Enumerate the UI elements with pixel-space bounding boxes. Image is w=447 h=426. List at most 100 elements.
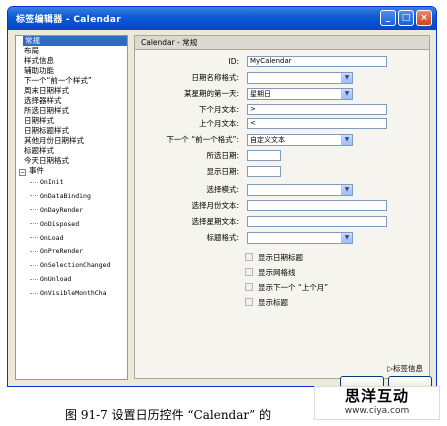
tree-item-style-info[interactable]: 样式信息 [16,56,127,66]
tree-item-events[interactable]: − 事件 [16,166,127,176]
tree-item-general[interactable]: 常规 [23,36,127,46]
select-week-text-input[interactable] [247,216,387,227]
id-row: ID: MyCalendar [135,56,429,68]
show-next-prev-checkbox[interactable]: 显示下一个 “上个月” [245,282,328,294]
tree-event-ondatabinding[interactable]: OnDataBinding [16,190,127,204]
watermark: 思洋互动 www.ciya.com [314,386,440,420]
selected-date-label: 所选日期: [206,151,239,160]
selection-mode-select[interactable]: ▼ [247,184,353,196]
select-week-text-row: 选择星期文本: [135,216,429,228]
dropdown-arrow-icon[interactable]: ▼ [341,233,352,243]
prev-month-text-input[interactable]: < [247,118,387,129]
tree-item-next-prev-style[interactable]: 下一个“前一个样式” [16,76,127,86]
selection-mode-row: 选择模式: ▼ [135,184,429,196]
prev-month-text-label: 上个月文本: [198,119,239,128]
day-name-format-label: 日期名称格式: [191,73,239,82]
visible-date-row: 显示日期: [135,166,429,178]
title-format-row: 标题格式: ▼ [135,232,429,244]
maximize-button[interactable]: □ [398,10,414,26]
tree-event-ondayrender[interactable]: OnDayRender [16,204,127,218]
window-controls: _ □ × [380,10,432,26]
show-next-prev-label: 显示下一个 “上个月” [258,283,329,292]
next-month-text-row: 下个月文本: > [135,104,429,116]
tag-info-link[interactable]: ▷标签信息 [387,363,423,374]
watermark-url: www.ciya.com [344,406,410,416]
select-week-text-label: 选择星期文本: [191,217,239,226]
title-bar: 标签编辑器 - Calendar _ □ × [8,7,436,30]
next-month-text-input[interactable]: > [247,104,387,115]
selected-date-row: 所选日期: [135,150,429,162]
prev-month-text-row: 上个月文本: < [135,118,429,130]
selected-date-input[interactable] [247,150,281,161]
title-format-label: 标题格式: [206,233,239,242]
tree-item-day-header-style[interactable]: 日期标题样式 [16,126,127,136]
dropdown-arrow-icon[interactable]: ▼ [341,135,352,145]
collapse-icon[interactable]: − [19,169,26,176]
next-prev-format-row: 下一个 “前一个格式”: 自定义文本 ▼ [135,134,429,146]
show-title-checkbox[interactable]: 显示标题 [245,297,288,309]
first-day-label: 某星期的第一天: [183,89,239,98]
first-day-value: 星期日 [250,90,271,98]
tree-item-title-style[interactable]: 标题样式 [16,146,127,156]
next-month-text-label: 下个月文本: [198,105,239,114]
checkbox-box[interactable] [245,283,253,291]
select-month-text-label: 选择月份文本: [191,201,239,210]
tree-event-oninit[interactable]: OnInit [16,176,127,190]
show-grid-row: 显示网格线 [135,267,429,279]
checkbox-box[interactable] [245,298,253,306]
visible-date-input[interactable] [247,166,281,177]
show-grid-lines-checkbox[interactable]: 显示网格线 [245,267,296,279]
first-day-row: 某星期的第一天: 星期日 ▼ [135,88,429,100]
dropdown-arrow-icon[interactable]: ▼ [341,185,352,195]
properties-panel: Calendar - 常规 ID: MyCalendar 日期名称格式: ▼ 某… [134,35,430,379]
tree-item-today-day-style[interactable]: 今天日期格式 [16,156,127,166]
tree-item-day-style[interactable]: 日期样式 [16,116,127,126]
dropdown-arrow-icon[interactable]: ▼ [341,73,352,83]
next-prev-format-select[interactable]: 自定义文本 ▼ [247,134,353,146]
show-day-header-row: 显示日期标题 [135,252,429,264]
tree-event-onload[interactable]: OnLoad [16,232,127,246]
dialog-buttons [336,374,436,386]
title-format-select[interactable]: ▼ [247,232,353,244]
show-title-label: 显示标题 [258,298,288,307]
first-day-select[interactable]: 星期日 ▼ [247,88,353,100]
id-input[interactable]: MyCalendar [247,56,387,67]
select-month-text-input[interactable] [247,200,387,211]
tree-event-onunload[interactable]: OnUnload [16,273,127,287]
dropdown-arrow-icon[interactable]: ▼ [341,89,352,99]
day-name-format-row: 日期名称格式: ▼ [135,72,429,84]
window-title: 标签编辑器 - Calendar [16,15,122,25]
tree-item-layout[interactable]: 布局 [16,46,127,56]
tree-event-onvisiblemonthchanged[interactable]: OnVisibleMonthCha [16,287,127,301]
tree-item-selector-style[interactable]: 选择器样式 [16,96,127,106]
show-grid-lines-label: 显示网格线 [258,268,296,277]
minimize-button[interactable]: _ [380,10,396,26]
tree-item-accessibility[interactable]: 辅助功能 [16,66,127,76]
tree-event-ondisposed[interactable]: OnDisposed [16,218,127,232]
show-day-header-label: 显示日期标题 [258,253,303,262]
show-title-row: 显示标题 [135,297,429,309]
tag-editor-window: 标签编辑器 - Calendar _ □ × 常规 布局 样式信息 辅助功能 下… [7,6,437,387]
id-label: ID: [228,57,239,66]
tree-item-weekend-day-style[interactable]: 周末日期样式 [16,86,127,96]
show-next-prev-row: 显示下一个 “上个月” [135,282,429,294]
select-month-text-row: 选择月份文本: [135,200,429,212]
tree-item-other-month-day-style[interactable]: 其他月份日期样式 [16,136,127,146]
checkbox-box[interactable] [245,253,253,261]
checkbox-box[interactable] [245,268,253,276]
next-prev-format-label: 下一个 “前一个格式”: [166,135,239,144]
tree-event-onselectionchanged[interactable]: OnSelectionChanged [16,259,127,273]
selection-mode-label: 选择模式: [206,185,239,194]
property-tree: 常规 布局 样式信息 辅助功能 下一个“前一个样式” 周末日期样式 选择器样式 … [15,35,128,380]
tree-item-selected-day-style[interactable]: 所选日期样式 [16,106,127,116]
panel-header: Calendar - 常规 [135,36,429,50]
visible-date-label: 显示日期: [206,167,239,176]
watermark-chinese: 思洋互动 [344,387,409,405]
day-name-format-select[interactable]: ▼ [247,72,353,84]
figure-caption: 图 91-7 设置日历控件 “Calendar” 的 [65,408,272,422]
tree-event-onprerender[interactable]: OnPreRender [16,245,127,259]
show-day-header-checkbox[interactable]: 显示日期标题 [245,252,303,264]
close-button[interactable]: × [416,10,432,26]
events-label: 事件 [29,166,44,175]
next-prev-format-value: 自定义文本 [250,136,285,144]
